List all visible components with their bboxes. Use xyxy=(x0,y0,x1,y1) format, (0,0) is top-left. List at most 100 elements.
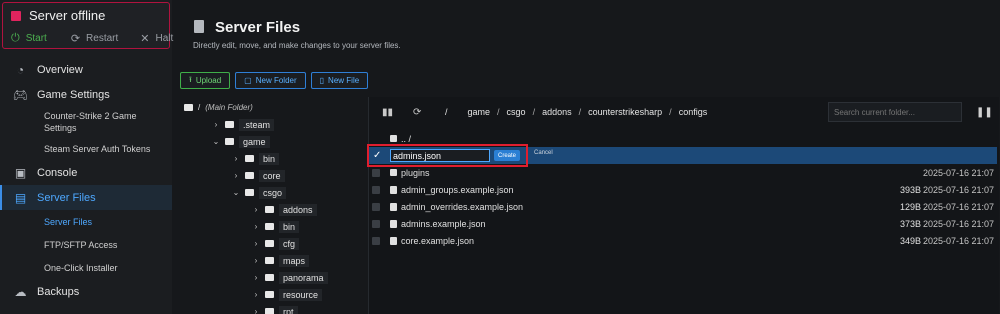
new-folder-button[interactable]: ▢ New Folder xyxy=(235,72,306,89)
file-date: 2025-07-16 21:07 xyxy=(922,235,994,246)
gauge-icon: ◔ xyxy=(16,62,25,77)
sidebar-subitem-label: One-Click Installer xyxy=(44,262,118,273)
file-row[interactable]: admins.example.json 373B 2025-07-16 21:0… xyxy=(369,215,997,232)
tree-item-resource[interactable]: › resource xyxy=(252,287,323,302)
file-date: 2025-07-16 21:07 xyxy=(922,184,994,195)
chevron-down-icon[interactable]: ⌄ xyxy=(232,188,240,197)
sidebar-nav: ◔ Overview 🎮︎ Game Settings Counter-Stri… xyxy=(0,57,172,304)
upload-button[interactable]: ⭱ Upload xyxy=(180,72,231,89)
tree-item-steam[interactable]: › .steam xyxy=(212,117,275,132)
refresh-icon[interactable]: ⟳ xyxy=(413,107,421,118)
tree-root[interactable]: / (Main Folder) xyxy=(184,100,253,115)
tree-item-maps[interactable]: › maps xyxy=(252,253,310,268)
chevron-right-icon[interactable]: › xyxy=(252,290,260,299)
chevron-right-icon[interactable]: › xyxy=(252,307,260,314)
folder-icon xyxy=(225,138,234,145)
folder-icon xyxy=(265,206,274,213)
gamepad-icon: 🎮︎ xyxy=(12,87,29,102)
chevron-right-icon[interactable]: › xyxy=(252,239,260,248)
breadcrumb-separator: / xyxy=(497,107,500,117)
restart-button[interactable]: ⟳ Restart xyxy=(63,29,126,47)
chevron-right-icon[interactable]: › xyxy=(212,120,220,129)
tree-item-bin[interactable]: › bin xyxy=(232,151,280,166)
tree-root-slash: / xyxy=(198,103,201,112)
chevron-right-icon[interactable]: › xyxy=(232,154,240,163)
chevron-right-icon[interactable]: › xyxy=(252,205,260,214)
breadcrumb-segment[interactable]: addons xyxy=(542,107,572,117)
breadcrumb-root[interactable]: / xyxy=(445,107,448,117)
folder-icon xyxy=(265,308,274,314)
tree-item-cfg[interactable]: › cfg xyxy=(252,236,300,251)
file-icon xyxy=(194,20,204,33)
cancel-button[interactable]: Cancel xyxy=(534,150,553,156)
tree-item-addons[interactable]: › addons xyxy=(252,202,317,217)
tree-item-label: addons xyxy=(279,203,317,216)
sidebar-subitem-ftp[interactable]: FTP/SFTP Access xyxy=(0,233,172,256)
row-checkbox[interactable] xyxy=(372,236,380,245)
tree-item-csgo[interactable]: ⌄ csgo xyxy=(232,185,287,200)
server-status: Server offline xyxy=(11,8,105,23)
chevron-right-icon[interactable]: › xyxy=(252,256,260,265)
tree-item-core[interactable]: › core xyxy=(232,168,285,183)
checkmark-icon[interactable]: ✓ xyxy=(373,150,381,161)
select-all-icon[interactable]: ▮▮ xyxy=(382,107,393,118)
sidebar-item-console[interactable]: ▣ Console xyxy=(0,160,172,185)
file-row-parent[interactable]: .. / xyxy=(369,130,997,147)
sidebar-item-game-settings[interactable]: 🎮︎ Game Settings xyxy=(0,82,172,107)
file-row[interactable]: admin_overrides.example.json 129B 2025-0… xyxy=(369,198,997,215)
sidebar-item-server-files[interactable]: ▤ Server Files xyxy=(0,185,172,210)
folder-icon xyxy=(390,135,397,142)
breadcrumb-segment[interactable]: configs xyxy=(679,107,708,117)
restart-label: Restart xyxy=(86,32,119,44)
tree-item-label: cfg xyxy=(279,237,300,250)
file-row[interactable]: core.example.json 349B 2025-07-16 21:07 xyxy=(369,232,997,249)
new-file-row: ✓ Create Cancel xyxy=(369,147,997,164)
tree-item-rpt[interactable]: › rpt xyxy=(252,304,298,314)
sidebar-subitem-label: FTP/SFTP Access xyxy=(44,239,118,250)
chevron-right-icon[interactable]: › xyxy=(232,171,240,180)
chevron-right-icon[interactable]: › xyxy=(252,273,260,282)
sidebar-subitem-server-files[interactable]: Server Files xyxy=(0,210,172,233)
sidebar: Server offline ⏻ Start ⟳ Restart ✕ Halt xyxy=(0,0,173,314)
upload-label: Upload xyxy=(195,76,222,85)
sidebar-subitem-installer[interactable]: One-Click Installer xyxy=(0,256,172,279)
pause-icon[interactable]: ❚❚ xyxy=(976,107,993,118)
row-checkbox[interactable] xyxy=(372,185,380,194)
breadcrumb-segment[interactable]: csgo xyxy=(507,107,526,117)
breadcrumb-segment[interactable]: game xyxy=(468,107,491,117)
search-input[interactable] xyxy=(828,102,962,122)
folder-icon xyxy=(390,169,397,176)
folder-icon xyxy=(245,189,254,196)
row-checkbox[interactable] xyxy=(372,219,380,228)
file-size: 373B xyxy=(899,218,921,229)
start-button[interactable]: ⏻ Start xyxy=(3,29,55,47)
folder-icon xyxy=(265,274,274,281)
tree-item-label: csgo xyxy=(259,186,287,199)
sidebar-item-label: Overview xyxy=(37,63,83,76)
row-checkbox[interactable] xyxy=(372,202,380,211)
chevron-right-icon[interactable]: › xyxy=(252,222,260,231)
row-checkbox[interactable] xyxy=(372,168,380,177)
sidebar-item-overview[interactable]: ◔ Overview xyxy=(0,57,172,82)
file-toolbar: ⭱ Upload ▢ New Folder ▯ New File xyxy=(180,72,369,89)
breadcrumb-segment[interactable]: counterstrikesharp xyxy=(588,107,662,117)
file-icon xyxy=(390,185,397,194)
breadcrumb: / game / csgo / addons / counterstrikesh… xyxy=(445,107,707,117)
file-row[interactable]: admin_groups.example.json 393B 2025-07-1… xyxy=(369,181,997,198)
sidebar-subitem-cs2-settings[interactable]: Counter-Strike 2 Game Settings xyxy=(0,107,172,137)
chevron-down-icon[interactable]: ⌄ xyxy=(212,137,220,146)
sidebar-item-backups[interactable]: ☁ Backups xyxy=(0,279,172,304)
new-file-button[interactable]: ▯ New File xyxy=(310,72,369,89)
sidebar-subitem-steam-auth[interactable]: Steam Server Auth Tokens xyxy=(0,137,172,160)
create-button[interactable]: Create xyxy=(494,150,521,161)
start-label: Start xyxy=(25,32,47,44)
cloud-icon: ☁ xyxy=(14,284,27,299)
file-name: admin_groups.example.json xyxy=(401,184,514,195)
tree-item-bin[interactable]: › bin xyxy=(252,219,300,234)
file-date: 2025-07-16 21:07 xyxy=(922,218,994,229)
new-file-name-input[interactable] xyxy=(390,149,490,162)
tree-item-game[interactable]: ⌄ game xyxy=(212,134,270,149)
tree-item-panorama[interactable]: › panorama xyxy=(252,270,328,285)
offline-indicator-icon xyxy=(11,10,21,21)
file-row[interactable]: plugins 2025-07-16 21:07 xyxy=(369,164,997,181)
